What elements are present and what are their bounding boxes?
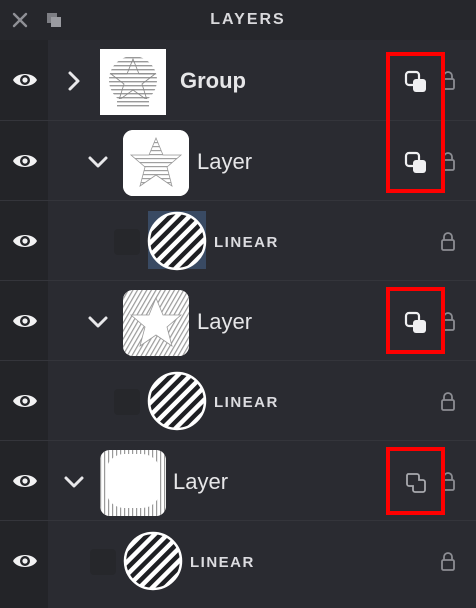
lock-icon[interactable] [440, 551, 456, 571]
layer-thumbnail [100, 450, 166, 516]
fill-row-linear-1[interactable]: LINEAR [0, 200, 476, 280]
chevron-right-icon[interactable] [63, 70, 85, 92]
fill-type-label: LINEAR [214, 234, 279, 251]
highlight-box [386, 447, 445, 515]
fill-row-linear-3[interactable]: LINEAR [0, 520, 476, 608]
chevron-down-icon[interactable] [87, 151, 109, 173]
fill-type-label: LINEAR [214, 394, 279, 411]
gradient-thumbnail [123, 531, 183, 591]
lock-icon[interactable] [440, 391, 456, 411]
layer-name[interactable]: Group [180, 68, 246, 94]
eye-icon[interactable] [12, 309, 38, 333]
eye-icon[interactable] [12, 389, 38, 413]
layer-thumbnail [123, 290, 189, 356]
color-swatch[interactable] [114, 389, 140, 415]
panel-header: LAYERS [0, 0, 476, 40]
layer-name[interactable]: Layer [173, 469, 228, 495]
layer-thumbnail [123, 130, 189, 196]
eye-icon[interactable] [12, 149, 38, 173]
eye-icon[interactable] [12, 229, 38, 253]
eye-icon[interactable] [12, 549, 38, 573]
layer-name[interactable]: Layer [197, 309, 252, 335]
eye-icon[interactable] [12, 469, 38, 493]
layers-panel: LAYERS Group Layer LINEAR Layer LINEAR L… [0, 0, 476, 608]
fill-type-label: LINEAR [190, 554, 255, 571]
color-swatch[interactable] [90, 549, 116, 575]
chevron-down-icon[interactable] [87, 311, 109, 333]
highlight-box [386, 52, 445, 193]
eye-icon[interactable] [12, 68, 38, 92]
group-thumbnail [100, 49, 166, 115]
gradient-thumbnail [147, 371, 207, 431]
fill-row-linear-2[interactable]: LINEAR [0, 360, 476, 440]
layer-name[interactable]: Layer [197, 149, 252, 175]
chevron-down-icon[interactable] [63, 471, 85, 493]
highlight-box [386, 287, 445, 354]
color-swatch[interactable] [114, 229, 140, 255]
panel-title: LAYERS [210, 11, 286, 28]
lock-icon[interactable] [440, 231, 456, 251]
gradient-thumbnail [147, 211, 207, 271]
